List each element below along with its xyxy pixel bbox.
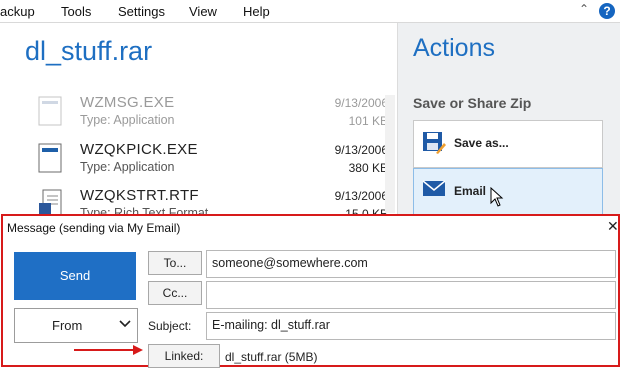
email-button[interactable]: Email bbox=[413, 168, 603, 216]
from-dropdown[interactable]: From bbox=[14, 308, 138, 343]
file-date: 9/13/2006 bbox=[334, 189, 388, 203]
file-name: WZQKPICK.EXE bbox=[80, 141, 198, 158]
actions-pane: Actions Save or Share Zip Save as... Ema… bbox=[397, 23, 620, 216]
collapse-ribbon-icon[interactable]: ⌃ bbox=[579, 2, 589, 16]
envelope-icon bbox=[422, 180, 446, 196]
cc-button[interactable]: Cc... bbox=[148, 281, 202, 305]
save-share-heading: Save or Share Zip bbox=[413, 95, 532, 111]
save-as-button[interactable]: Save as... bbox=[413, 120, 603, 168]
close-icon[interactable]: ✕ bbox=[607, 218, 619, 235]
file-name: WZQKSTRT.RTF bbox=[80, 187, 199, 204]
save-as-label: Save as... bbox=[454, 136, 509, 150]
list-item[interactable]: WZMSG.EXE Type: Application 9/13/2006 10… bbox=[38, 94, 388, 130]
chevron-down-icon bbox=[119, 320, 131, 328]
help-icon[interactable]: ? bbox=[599, 3, 615, 19]
dialog-title: Message (sending via My Email) bbox=[7, 221, 181, 235]
menu-view[interactable]: View bbox=[189, 4, 217, 19]
to-value: someone@somewhere.com bbox=[212, 256, 368, 270]
application-icon bbox=[38, 96, 62, 126]
archive-filename: dl_stuff.rar bbox=[25, 36, 153, 66]
menu-settings[interactable]: Settings bbox=[118, 4, 165, 19]
menu-help[interactable]: Help bbox=[243, 4, 270, 19]
linked-button[interactable]: Linked: bbox=[148, 344, 220, 368]
subject-label: Subject: bbox=[148, 319, 192, 333]
file-date: 9/13/2006 bbox=[334, 143, 388, 157]
file-type: Type: Application bbox=[80, 160, 175, 174]
to-field[interactable]: someone@somewhere.com bbox=[206, 250, 616, 278]
file-name: WZMSG.EXE bbox=[80, 94, 175, 111]
actions-title: Actions bbox=[413, 34, 495, 62]
menu-bar: ackup Tools Settings View Help ⌃ ? bbox=[0, 0, 620, 23]
list-item[interactable]: WZQKPICK.EXE Type: Application 9/13/2006… bbox=[38, 141, 388, 177]
file-size: 101 KB bbox=[348, 114, 388, 128]
file-list-scrollbar[interactable] bbox=[385, 95, 395, 213]
subject-field[interactable]: E-mailing: dl_stuff.rar bbox=[206, 312, 616, 340]
to-button[interactable]: To... bbox=[148, 251, 202, 275]
application-icon bbox=[38, 143, 62, 173]
menu-tools[interactable]: Tools bbox=[61, 4, 91, 19]
from-label: From bbox=[52, 318, 83, 333]
subject-value: E-mailing: dl_stuff.rar bbox=[212, 318, 330, 332]
red-arrow-icon bbox=[74, 345, 143, 355]
cc-field[interactable] bbox=[206, 281, 616, 309]
save-disk-icon bbox=[423, 132, 446, 154]
mouse-cursor-icon bbox=[490, 187, 504, 207]
file-type: Type: Application bbox=[80, 113, 175, 127]
file-date: 9/13/2006 bbox=[334, 96, 388, 110]
send-button[interactable]: Send bbox=[14, 252, 136, 300]
menu-backup[interactable]: ackup bbox=[0, 4, 35, 19]
file-size: 380 KB bbox=[348, 161, 388, 175]
message-dialog: Message (sending via My Email) ✕ Send Fr… bbox=[1, 214, 620, 368]
email-label: Email bbox=[454, 184, 487, 198]
linked-value: dl_stuff.rar (5MB) bbox=[225, 350, 318, 364]
